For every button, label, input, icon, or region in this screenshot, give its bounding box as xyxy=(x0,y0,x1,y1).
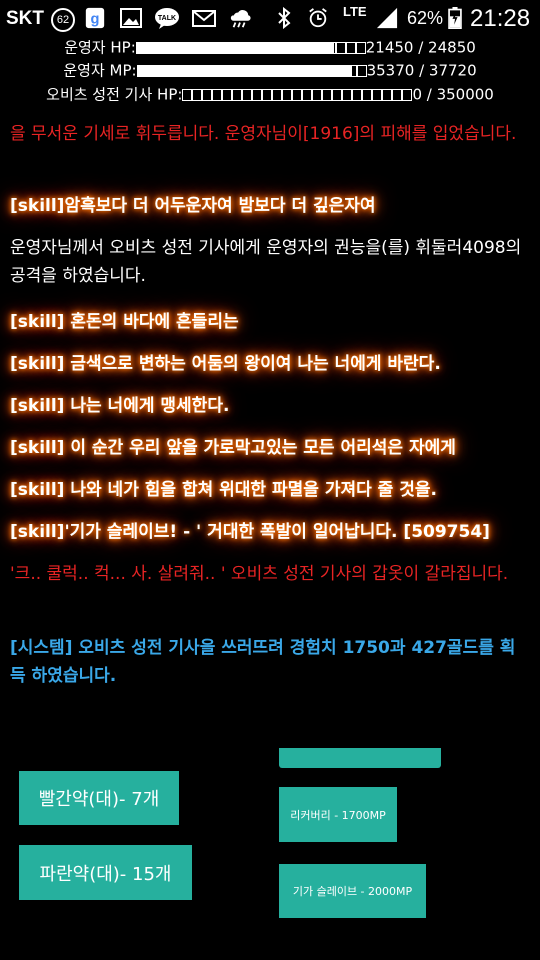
log-line: [skill]'기가 슬레이브! - ' 거대한 폭발이 일어납니다. [509… xyxy=(10,522,490,542)
weather-icon xyxy=(230,10,251,28)
skill-button-partial[interactable] xyxy=(279,748,441,768)
player-hp-bar xyxy=(135,41,366,54)
log-line: 운영자님께서 오비츠 성전 기사에게 운영자의 권능을(를) 휘둘러4098의 … xyxy=(10,238,522,286)
player-hp-value: 21450 / 24850 xyxy=(365,38,476,57)
network-label: LTE xyxy=(343,4,367,19)
enemy-hp-value: 0 / 350000 xyxy=(412,85,494,104)
player-mp-bar xyxy=(136,64,367,77)
battery-icon xyxy=(448,7,462,29)
enemy-hp-label: 오비츠 성전 기사 HP: xyxy=(46,85,183,104)
player-mp-row: 운영자 MP: 35370 / 37720 xyxy=(0,59,540,81)
recovery-skill-button[interactable]: 리커버리 - 1700MP xyxy=(279,787,397,842)
blue-potion-button[interactable]: 파란약(대)- 15개 xyxy=(19,845,192,900)
svg-text:g: g xyxy=(91,12,100,28)
svg-text:TALK: TALK xyxy=(158,15,176,22)
log-line: [skill] 혼돈의 바다에 흔들리는 xyxy=(10,312,239,332)
player-mp-value: 35370 / 37720 xyxy=(366,61,477,80)
image-icon xyxy=(120,8,142,28)
log-line: [skill] 나는 너에게 맹세한다. xyxy=(10,396,230,416)
red-potion-button[interactable]: 빨간약(대)- 7개 xyxy=(19,771,179,825)
talk-icon: TALK xyxy=(155,8,179,29)
carrier-label: SKT xyxy=(6,8,44,29)
battle-log[interactable]: 을 무서운 기세로 휘두릅니다. 운영자님이[1916]의 피해를 입었습니다.… xyxy=(0,118,540,698)
enemy-hp-row: 오비츠 성전 기사 HP: 0 / 350000 xyxy=(0,83,540,105)
alarm-icon xyxy=(309,8,327,28)
log-line: '크.. 쿨럭.. 컥... 사. 살려줘.. ' 오비츠 성전 기사의 갑옷이… xyxy=(10,564,509,584)
giga-slave-skill-button[interactable]: 기가 슬레이브 - 2000MP xyxy=(279,864,426,918)
notification-count-badge: 62 xyxy=(51,8,75,32)
player-hp-row: 운영자 HP: 21450 / 24850 xyxy=(0,36,540,58)
bluetooth-icon xyxy=(278,7,291,29)
google-icon: g xyxy=(85,7,105,29)
battery-percent: 62% xyxy=(407,8,444,28)
log-line: 을 무서운 기세로 휘두릅니다. 운영자님이[1916]의 피해를 입었습니다. xyxy=(10,124,517,144)
signal-icon xyxy=(376,7,398,29)
log-line: [skill]암흑보다 더 어두운자여 밤보다 더 깊은자여 xyxy=(10,196,376,216)
player-hp-label: 운영자 HP: xyxy=(64,38,136,57)
log-line: [skill] 금색으로 변하는 어둠의 왕이여 나는 너에게 바란다. xyxy=(10,354,441,374)
log-line: [skill] 이 순간 우리 앞을 가로막고있는 모든 어리석은 자에게 xyxy=(10,438,456,458)
log-line: [시스템] 오비츠 성전 기사을 쓰러뜨려 경험치 1750과 427골드를 획… xyxy=(10,638,516,686)
log-line: [skill] 나와 네가 힘을 합쳐 위대한 파멸을 가져다 줄 것을. xyxy=(10,480,437,500)
mail-icon xyxy=(192,10,216,27)
player-mp-label: 운영자 MP: xyxy=(63,61,137,80)
status-bar: SKT 62 g TALK LTE 62% 21:28 xyxy=(0,0,540,38)
enemy-hp-bar xyxy=(182,88,413,101)
clock-time: 21:28 xyxy=(470,5,531,32)
